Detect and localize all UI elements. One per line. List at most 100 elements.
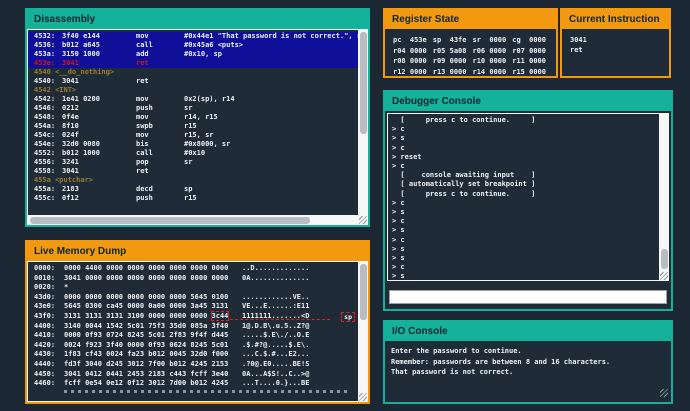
disassembly-row[interactable]: 4558:3041ret <box>28 167 358 176</box>
instruction-mnemonic: decd <box>136 185 184 194</box>
io-console-output: Enter the password to continue.Remember:… <box>385 346 671 378</box>
panel-title: Current Instruction <box>569 14 660 25</box>
debugger-console-line: > s <box>388 254 659 263</box>
instruction-operands: #0x10 <box>184 149 358 158</box>
instruction-mnemonic: ret <box>136 167 184 176</box>
memory-row: 4460:fcff 0e54 0e12 0f12 3012 7d00 b012 … <box>28 379 358 389</box>
disassembly-row[interactable]: 4552:b012 1000call#0x10 <box>28 149 358 158</box>
memory-ascii: ...T....0.}...BE <box>242 379 309 389</box>
register-r08: r08 0000 <box>393 57 433 65</box>
memory-hex: 1f83 cf43 0024 fa23 b012 0045 32d0 f000 <box>64 350 232 360</box>
disassembly-row[interactable]: 4542:1e41 0200mov0x2(sp), r14 <box>28 95 358 104</box>
memory-row: 4420:0024 f923 3f40 0000 0f93 0624 8245 … <box>28 341 358 351</box>
instruction-mnemonic: ret <box>136 59 184 68</box>
instruction-address: 455c: <box>34 194 62 203</box>
instruction-address: 4558: <box>34 167 62 176</box>
debugger-console-scrollbar-thumb[interactable] <box>661 249 668 269</box>
instruction-mnemonic: swpb <box>136 122 184 131</box>
disassembly-row[interactable]: 4536:b012 a645call#0x45a6 <puts> <box>28 41 358 50</box>
register-r13: r13 0000 <box>433 68 473 76</box>
register-r07: r07 0000 <box>512 47 552 55</box>
instruction-address: 4532: <box>34 32 62 41</box>
instruction-operands: #0x8000, sr <box>184 140 358 149</box>
instruction-bytes: 32d0 0080 <box>62 140 136 149</box>
debugger-console-line: > s <box>388 245 659 254</box>
panel-memory-dump: Live Memory Dump 0000:0000 4400 0000 000… <box>25 240 370 404</box>
disassembly-symbol-label: 4540 <__do_nothing> <box>28 68 358 77</box>
memory-hex: fcff 0e54 0e12 0f12 3012 7d00 b012 4245 <box>64 379 232 389</box>
disassembly-row[interactable]: 453a:3150 1000add#0x10, sp <box>28 50 358 59</box>
instruction-address: 4546: <box>34 104 62 113</box>
instruction-bytes: 0f12 <box>62 194 136 203</box>
register-r14: r14 0000 <box>473 68 513 76</box>
register-r11: r11 0000 <box>512 57 552 65</box>
memory-address: 4450: <box>34 370 64 380</box>
panel-current-instruction: Current Instruction 3041 ret <box>560 8 671 78</box>
instruction-mnemonic: push <box>136 104 184 113</box>
memory-row: 0000:0000 4400 0000 0000 0000 0000 0000 … <box>28 264 358 274</box>
instruction-address: 4540: <box>34 77 62 86</box>
instruction-operands: sr <box>184 158 358 167</box>
current-instruction-bytes: 3041 <box>562 35 669 45</box>
disassembly-listing: 4532:3f40 e144mov#0x44e1 "That password … <box>28 30 358 215</box>
memory-hex: 0024 f923 3f40 0000 0f93 0624 8245 5c01 <box>64 341 232 351</box>
debugger-console-output: [ press c to continue. ]> c> s> c> reset… <box>388 114 659 280</box>
memory-address: 4400: <box>34 322 64 332</box>
instruction-mnemonic: ret <box>136 77 184 86</box>
disassembly-row[interactable]: 455c:0f12pushr15 <box>28 194 358 203</box>
register-r09: r09 0000 <box>433 57 473 65</box>
disassembly-row[interactable]: 4540:3041ret <box>28 77 358 86</box>
instruction-address: 4548: <box>34 113 62 122</box>
disassembly-row[interactable]: 453e:3041ret <box>28 59 358 68</box>
disassembly-row[interactable]: 4532:3f40 e144mov#0x44e1 "That password … <box>28 32 358 41</box>
instruction-mnemonic: bis <box>136 140 184 149</box>
memory-dump-vertical-scrollbar-thumb[interactable] <box>360 264 367 320</box>
debugger-console-input[interactable] <box>389 290 667 304</box>
disassembly-resize-grip[interactable] <box>359 216 367 224</box>
debugger-console-scroll-area[interactable]: [ press c to continue. ]> c> s> c> reset… <box>387 113 669 281</box>
disassembly-row[interactable]: 4548:0f4emovr14, r15 <box>28 113 358 122</box>
disassembly-row[interactable]: 4546:0212pushsr <box>28 104 358 113</box>
instruction-mnemonic: mov <box>136 32 184 41</box>
io-console-body[interactable]: Enter the password to continue.Remember:… <box>385 341 671 411</box>
disassembly-horizontal-scrollbar-thumb[interactable] <box>30 217 310 224</box>
panel-title: Live Memory Dump <box>34 246 126 257</box>
debugger-console-resize-grip[interactable] <box>660 272 668 280</box>
register-grid: pc 453esp 43fesr 0000cg 0000r04 0000r05 … <box>385 29 556 76</box>
disassembly-row[interactable]: 455a:2183decdsp <box>28 185 358 194</box>
memory-hex: fd3f 3040 d245 3012 7f00 b012 4245 2153 <box>64 360 232 370</box>
panel-title: Register State <box>392 14 459 25</box>
instruction-address: 454c: <box>34 131 62 140</box>
debugger-console-line: > c <box>388 162 659 171</box>
disassembly-scroll-area[interactable]: 4532:3f40 e144mov#0x44e1 "That password … <box>27 29 368 225</box>
instruction-mnemonic: push <box>136 194 184 203</box>
instruction-bytes: 3041 <box>62 77 136 86</box>
debugger-console-line: > c <box>388 217 659 226</box>
memory-ascii: 1111111.......<D <box>242 312 309 322</box>
instruction-bytes: 3041 <box>62 167 136 176</box>
io-console-resize-grip[interactable] <box>660 389 668 397</box>
memory-address: 0020: <box>34 283 64 293</box>
memory-ascii: .$.#?@.....$.E\. <box>242 341 309 351</box>
disassembly-row[interactable]: 454c:024fmovr15, sr <box>28 131 358 140</box>
disassembly-vertical-scrollbar-thumb[interactable] <box>360 32 367 134</box>
panel-current-instruction-header: Current Instruction <box>562 10 669 29</box>
debugger-console-line: > c <box>388 199 659 208</box>
disassembly-row[interactable]: 454a:8f10swpbr15 <box>28 122 358 131</box>
panel-io-console-header: I/O Console <box>385 322 671 341</box>
memory-row: 0010:3041 0000 0000 0000 0000 0000 0000 … <box>28 274 358 284</box>
debugger-console-line: > s <box>388 226 659 235</box>
instruction-bytes: b012 a645 <box>62 41 136 50</box>
memory-ascii: 0A...A$S!..C..>@ <box>242 370 309 380</box>
memory-address: 4440: <box>34 360 64 370</box>
memory-dump-scroll-area[interactable]: 0000:0000 4400 0000 0000 0000 0000 0000 … <box>27 261 368 402</box>
instruction-operands <box>184 77 358 86</box>
debugger-console-line: [ press c to continue. ] <box>388 190 659 199</box>
register-cg: cg 0000 <box>512 36 552 44</box>
memory-address: 4420: <box>34 341 64 351</box>
memory-dump-resize-grip[interactable] <box>359 393 367 401</box>
instruction-address: 4552: <box>34 149 62 158</box>
disassembly-row[interactable]: 454e:32d0 0080bis#0x8000, sr <box>28 140 358 149</box>
disassembly-row[interactable]: 4556:3241popsr <box>28 158 358 167</box>
register-sr: sr 0000 <box>473 36 513 44</box>
